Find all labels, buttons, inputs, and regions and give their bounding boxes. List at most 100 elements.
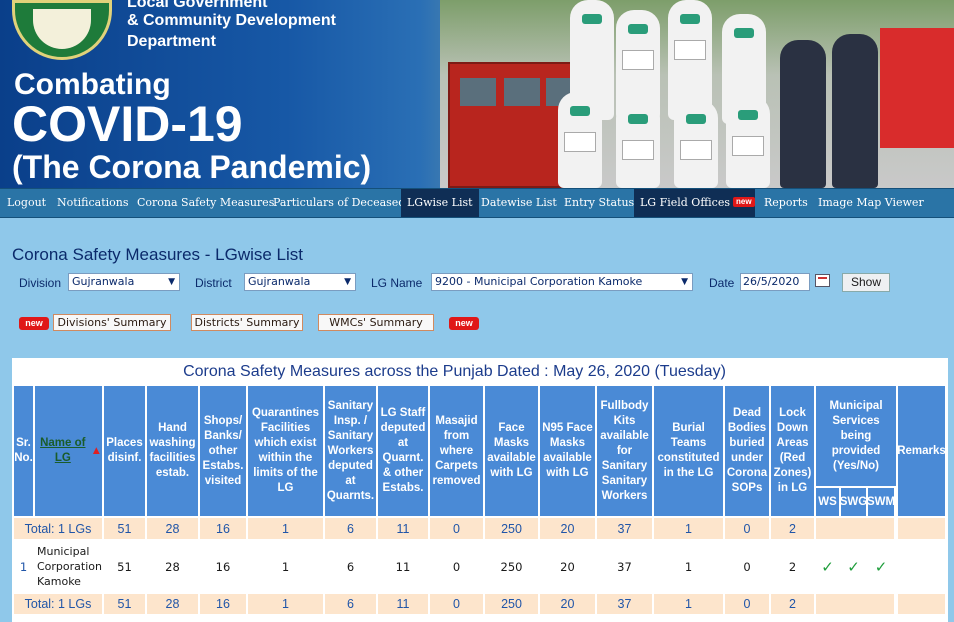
chevron-down-icon: ▼ bbox=[681, 277, 688, 287]
header-col: Sanitary Insp. / Sanitary Workers depute… bbox=[325, 386, 376, 516]
header-swg: SWG bbox=[841, 488, 866, 516]
total-value: 11 bbox=[378, 594, 428, 614]
banner-photo bbox=[440, 0, 954, 188]
show-button[interactable]: Show bbox=[842, 273, 890, 292]
header-col: Masajid from where Carpets removed bbox=[430, 386, 483, 516]
districts-summary-button[interactable]: Districts' Summary bbox=[191, 314, 303, 331]
page-title: Corona Safety Measures - LGwise List bbox=[12, 245, 304, 264]
header-col: Burial Teams constituted in the LG bbox=[654, 386, 723, 516]
chevron-down-icon: ▼ bbox=[168, 277, 175, 287]
total-value: 20 bbox=[540, 594, 595, 614]
new-badge: new bbox=[19, 317, 49, 330]
header-col: N95 Face Masks available with LG bbox=[540, 386, 595, 516]
header-ws: WS bbox=[816, 488, 839, 516]
total-value: 0 bbox=[430, 594, 483, 614]
header-name-of-lg[interactable]: Name of LG ▲ bbox=[35, 386, 102, 516]
lg-name-value: 9200 - Municipal Corporation Kamoke bbox=[435, 275, 643, 288]
official-figure bbox=[780, 40, 826, 188]
nav-lg-field-offices[interactable]: LG Field Offices new bbox=[634, 189, 755, 217]
total-value: 51 bbox=[104, 518, 145, 539]
nav-image-map-viewer[interactable]: Image Map Viewer bbox=[818, 189, 924, 217]
total-services bbox=[816, 594, 894, 614]
header-col: Quarantines Facilities which exist withi… bbox=[248, 386, 323, 516]
row-remarks bbox=[898, 541, 945, 592]
row-value: 11 bbox=[378, 541, 428, 592]
total-value: 16 bbox=[200, 518, 246, 539]
row-sr: 1 bbox=[14, 541, 33, 592]
main-nav: Logout Notifications Corona Safety Measu… bbox=[0, 188, 954, 218]
date-label: Date bbox=[709, 276, 735, 290]
check-icon: ✓ bbox=[816, 541, 839, 592]
district-select[interactable]: Gujranwala ▼ bbox=[244, 273, 356, 291]
lg-name-select[interactable]: 9200 - Municipal Corporation Kamoke ▼ bbox=[431, 273, 693, 291]
sort-name-link[interactable]: Name of LG bbox=[35, 436, 91, 466]
total-value: 37 bbox=[597, 594, 652, 614]
divisions-summary-button[interactable]: Divisions' Summary bbox=[53, 314, 171, 331]
row-value: 20 bbox=[540, 541, 595, 592]
nav-notifications[interactable]: Notifications bbox=[57, 189, 129, 217]
row-value: 51 bbox=[104, 541, 145, 592]
chevron-down-icon: ▼ bbox=[344, 277, 351, 287]
nav-lgwise-list[interactable]: LGwise List bbox=[401, 189, 479, 217]
row-value: 0 bbox=[430, 541, 483, 592]
header-col: Remarks bbox=[898, 386, 945, 516]
total-value: 51 bbox=[104, 594, 145, 614]
date-input[interactable]: 26/5/2020 bbox=[740, 273, 810, 291]
total-value: 0 bbox=[725, 594, 769, 614]
division-label: Division bbox=[19, 276, 62, 290]
total-value: 0 bbox=[430, 518, 483, 539]
header-col: Places disinf. bbox=[104, 386, 145, 516]
caption-filler bbox=[897, 360, 946, 384]
nav-particulars-of-deceased[interactable]: Particulars of Deceased bbox=[273, 189, 405, 217]
total-value: 11 bbox=[378, 518, 428, 539]
banner-covid: COVID-19 bbox=[12, 96, 243, 152]
nav-logout[interactable]: Logout bbox=[7, 189, 46, 217]
worker-figure bbox=[674, 100, 718, 188]
header-municipal-services: Municipal Services being provided (Yes/N… bbox=[816, 386, 896, 486]
new-badge: new bbox=[449, 317, 479, 330]
table-caption: Corona Safety Measures across the Punjab… bbox=[14, 360, 895, 384]
total-services bbox=[816, 518, 894, 539]
total-value: 37 bbox=[597, 518, 652, 539]
worker-figure bbox=[726, 96, 770, 188]
header-col: LG Staff deputed at Quarnt. & other Esta… bbox=[378, 386, 428, 516]
header-col: Dead Bodies buried under Corona SOPs bbox=[725, 386, 769, 516]
dept-line2: & Community Development bbox=[127, 12, 336, 29]
wmcs-summary-button[interactable]: WMCs' Summary bbox=[318, 314, 434, 331]
district-value: Gujranwala bbox=[248, 275, 311, 288]
total-label: Total: 1 LGs bbox=[14, 518, 102, 539]
header-banner: Local Government & Community Development… bbox=[0, 0, 954, 188]
row-value: 2 bbox=[771, 541, 814, 592]
total-value: 2 bbox=[771, 518, 814, 539]
row-value: 0 bbox=[725, 541, 769, 592]
header-col: Face Masks available with LG bbox=[485, 386, 538, 516]
nav-corona-safety-measures[interactable]: Corona Safety Measures bbox=[137, 189, 274, 217]
total-value: 6 bbox=[325, 518, 376, 539]
total-value: 28 bbox=[147, 518, 198, 539]
lg-name-label: LG Name bbox=[371, 276, 423, 290]
row-value: 1 bbox=[654, 541, 723, 592]
district-label: District bbox=[195, 276, 232, 290]
row-value: 16 bbox=[200, 541, 246, 592]
nav-entry-status[interactable]: Entry Status bbox=[564, 189, 634, 217]
punjab-logo bbox=[12, 0, 112, 60]
official-figure bbox=[832, 34, 878, 188]
nav-datewise-list[interactable]: Datewise List bbox=[481, 189, 557, 217]
header-col: Hand washing facilities estab. bbox=[147, 386, 198, 516]
nav-lg-field-offices-label: LG Field Offices bbox=[640, 196, 730, 209]
total-value: 0 bbox=[725, 518, 769, 539]
nav-reports[interactable]: Reports bbox=[764, 189, 808, 217]
total-remarks bbox=[898, 518, 945, 539]
total-label: Total: 1 LGs bbox=[14, 594, 102, 614]
division-value: Gujranwala bbox=[72, 275, 135, 288]
total-value: 16 bbox=[200, 594, 246, 614]
check-icon: ✓ bbox=[841, 541, 866, 592]
division-select[interactable]: Gujranwala ▼ bbox=[68, 273, 180, 291]
row-value: 1 bbox=[248, 541, 323, 592]
total-value: 250 bbox=[485, 518, 538, 539]
urdu-sign-image bbox=[880, 28, 954, 148]
calendar-icon[interactable] bbox=[815, 274, 830, 287]
banner-pandemic: (The Corona Pandemic) bbox=[12, 149, 372, 185]
header-col: Shops/ Banks/ other Estabs. visited bbox=[200, 386, 246, 516]
total-value: 1 bbox=[248, 518, 323, 539]
